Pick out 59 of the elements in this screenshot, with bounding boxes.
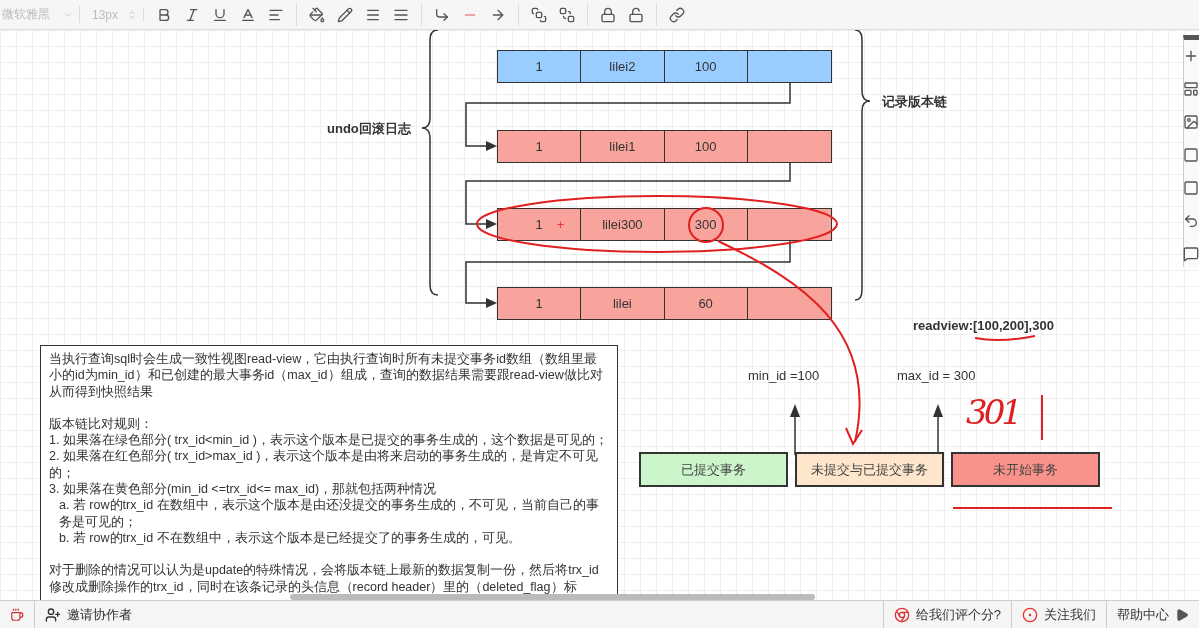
note-paragraph: 当执行查询sql时会生成一致性视图read-view，它由执行查询时所有未提交事务id数组（数组里最小的id为min_id）和已创建的最大事务id（max_id）组成，查询的数据结果需要跟read-view做比对从而得到快照结果 <box>49 351 604 400</box>
help-link[interactable]: 帮助中心 <box>1117 605 1169 624</box>
record-cell: lilei1 <box>581 131 665 162</box>
record-cell: 1 <box>498 288 582 319</box>
brace-label: 记录版本链 <box>882 93 947 111</box>
unlock-icon[interactable] <box>628 6 644 23</box>
scrollbar-thumb[interactable] <box>290 594 815 600</box>
stepper-icon <box>127 9 137 20</box>
italic-icon[interactable] <box>184 6 200 23</box>
rate-link[interactable]: 给我们评个分? <box>893 605 1001 624</box>
record-cell: lilei <box>581 288 665 319</box>
record-cell: 1 + <box>498 209 582 240</box>
note-paragraph: 1. 如果落在绿色部分( trx_id<min_id )，表示这个版本是已提交的事务生成的，这个数据是可见的； <box>49 432 609 449</box>
note-paragraph: b. 若 row的trx_id 不在数组中，表示这个版本是已经提交了的事务生成的，可见。 <box>58 529 522 547</box>
square-icon[interactable] <box>1183 147 1199 163</box>
link-icon[interactable] <box>669 6 685 23</box>
lock-icon[interactable] <box>600 6 616 23</box>
min-id-label: min_id =100 <box>748 368 820 383</box>
bring-front-icon[interactable] <box>531 6 547 23</box>
coffee-cup-icon[interactable] <box>10 607 24 622</box>
record-cell: 100 <box>664 51 748 82</box>
handwritten-number: 301 <box>966 392 1019 432</box>
record-cell: lilei2 <box>581 51 665 82</box>
readview-label: readview:[100,200],300 <box>913 318 1054 333</box>
add-user-icon <box>45 606 61 623</box>
browser-logo-icon <box>893 606 910 623</box>
fill-bucket-icon[interactable] <box>309 6 325 23</box>
square-icon[interactable] <box>1183 180 1199 196</box>
play-icon[interactable] <box>1175 607 1189 622</box>
max-id-label: max_id = 300 <box>897 368 976 383</box>
brace-label: undo回滚日志 <box>327 120 411 138</box>
record-cell: 60 <box>664 288 748 319</box>
follow-link[interactable]: 关注我们 <box>1022 605 1096 624</box>
image-icon[interactable] <box>1183 114 1199 130</box>
note-paragraph: 版本链比对规则： <box>49 415 154 433</box>
range-box: 未提交与已提交事务 <box>795 452 944 487</box>
note-paragraph: 对于删除的情况可以认为是update的特殊情况，会将版本链上最新的数据复制一份，然后将trx_id修改成删除操作的trx_id，同时在该条记录的头信息（record header）里的（deleted_flag）标 <box>49 562 600 595</box>
range-box: 已提交事务 <box>639 452 788 487</box>
note-paragraph: 3. 如果落在黄色部分(min_id <=trx_id<= max_id)，那就包括两种情况 <box>49 481 438 498</box>
up-arrow <box>790 404 800 456</box>
comment-icon[interactable] <box>1183 246 1199 262</box>
connector-icon[interactable] <box>434 6 450 23</box>
record-cell: 1 <box>498 51 582 82</box>
underline-icon[interactable] <box>212 6 228 23</box>
invite-button[interactable]: 邀请协作者 <box>45 605 132 624</box>
note-paragraph: 2. 如果落在红色部分( trx_id>max_id )，表示这个版本是由将来启动的事务生成的，是肯定不可见的； <box>49 448 600 482</box>
pencil-icon[interactable] <box>337 6 353 23</box>
record-cell: 300 <box>664 209 748 240</box>
record-cell: 1 <box>498 131 582 162</box>
record-cell: 100 <box>664 131 748 162</box>
range-box: 未开始事务 <box>951 452 1100 487</box>
record-cell: lilei300 <box>581 209 665 240</box>
undo-icon[interactable] <box>1183 213 1199 229</box>
font-color-icon[interactable] <box>240 6 256 23</box>
layout-icon[interactable] <box>1183 81 1199 97</box>
plus-mark: + <box>556 217 565 232</box>
bold-icon[interactable] <box>156 6 172 23</box>
send-back-icon[interactable] <box>559 6 575 23</box>
plus-icon[interactable] <box>1183 48 1199 64</box>
